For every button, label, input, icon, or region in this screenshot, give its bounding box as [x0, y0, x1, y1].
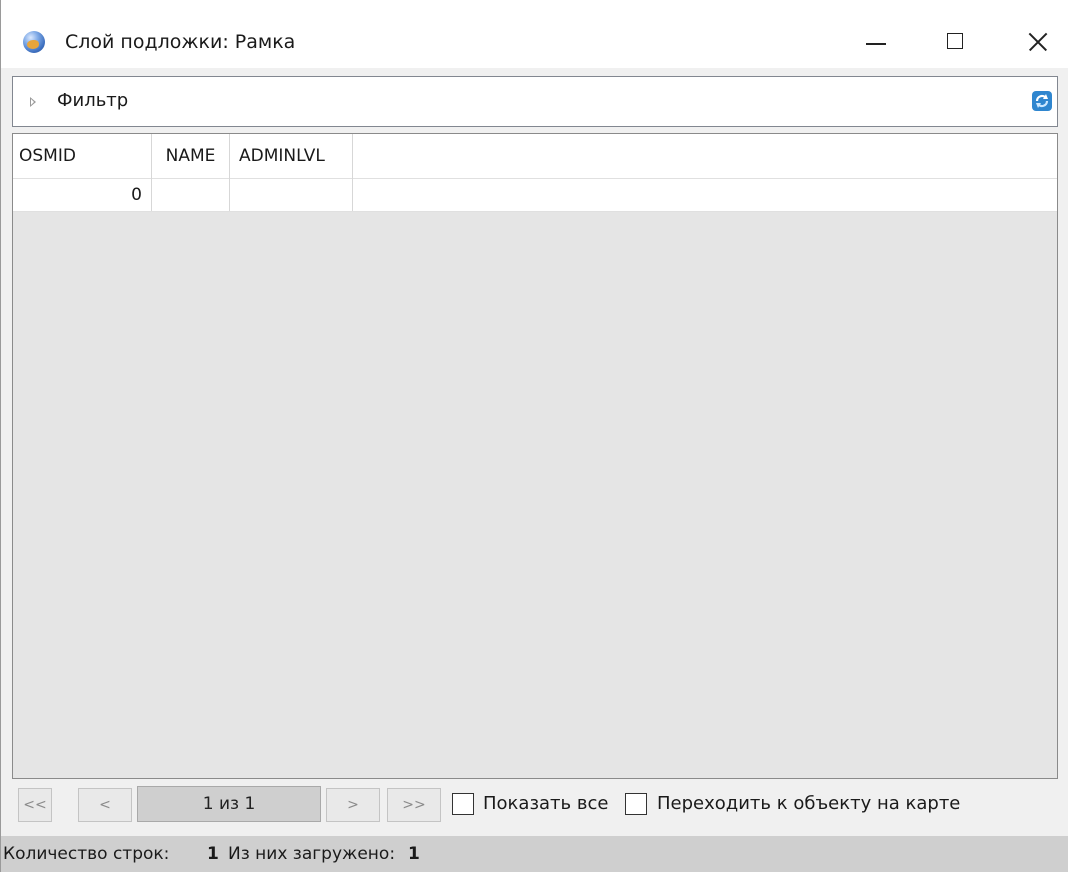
status-bar: Количество строк: 1 Из них загружено: 1 — [1, 836, 1068, 872]
filter-panel[interactable]: Фильтр — [12, 76, 1058, 127]
cell-osmid[interactable]: 0 — [13, 179, 152, 211]
prev-page-button[interactable]: < — [78, 788, 132, 822]
cell-adminlvl[interactable] — [230, 179, 353, 211]
row-count-value: 1 — [207, 844, 219, 864]
cell-name[interactable] — [152, 179, 230, 211]
refresh-icon[interactable] — [1031, 90, 1053, 112]
window-title: Слой подложки: Рамка — [65, 31, 296, 53]
filter-label[interactable]: Фильтр — [57, 90, 128, 112]
show-all-label[interactable]: Показать все — [483, 793, 608, 815]
expand-arrow-icon[interactable] — [30, 97, 36, 107]
goto-object-label[interactable]: Переходить к объекту на карте — [657, 793, 960, 815]
column-header-adminlvl[interactable]: ADMINLVL — [230, 134, 353, 179]
title-bar[interactable]: Слой подложки: Рамка — [1, 0, 1068, 68]
table-row[interactable]: 0 — [13, 179, 1057, 212]
maximize-button[interactable] — [931, 24, 981, 60]
layer-window: Слой подложки: Рамка Фильтр OSMID NAME A… — [0, 0, 1068, 872]
minimize-button[interactable] — [851, 24, 901, 60]
next-page-button[interactable]: > — [326, 788, 380, 822]
close-button[interactable] — [1013, 24, 1063, 60]
data-grid[interactable]: OSMID NAME ADMINLVL 0 — [12, 133, 1058, 779]
column-header-name[interactable]: NAME — [152, 134, 230, 179]
last-page-button[interactable]: >> — [387, 788, 441, 822]
loaded-count-label: Из них загружено: — [228, 844, 396, 864]
column-header-osmid[interactable]: OSMID — [13, 134, 152, 179]
page-indicator: 1 из 1 — [137, 786, 321, 822]
loaded-count-value: 1 — [408, 844, 420, 864]
globe-icon — [23, 31, 45, 53]
grid-header: OSMID NAME ADMINLVL — [13, 134, 1057, 179]
first-page-button[interactable]: << — [18, 788, 52, 822]
show-all-checkbox[interactable] — [452, 793, 474, 815]
goto-object-checkbox[interactable] — [625, 793, 647, 815]
row-count-label: Количество строк: — [3, 844, 170, 864]
